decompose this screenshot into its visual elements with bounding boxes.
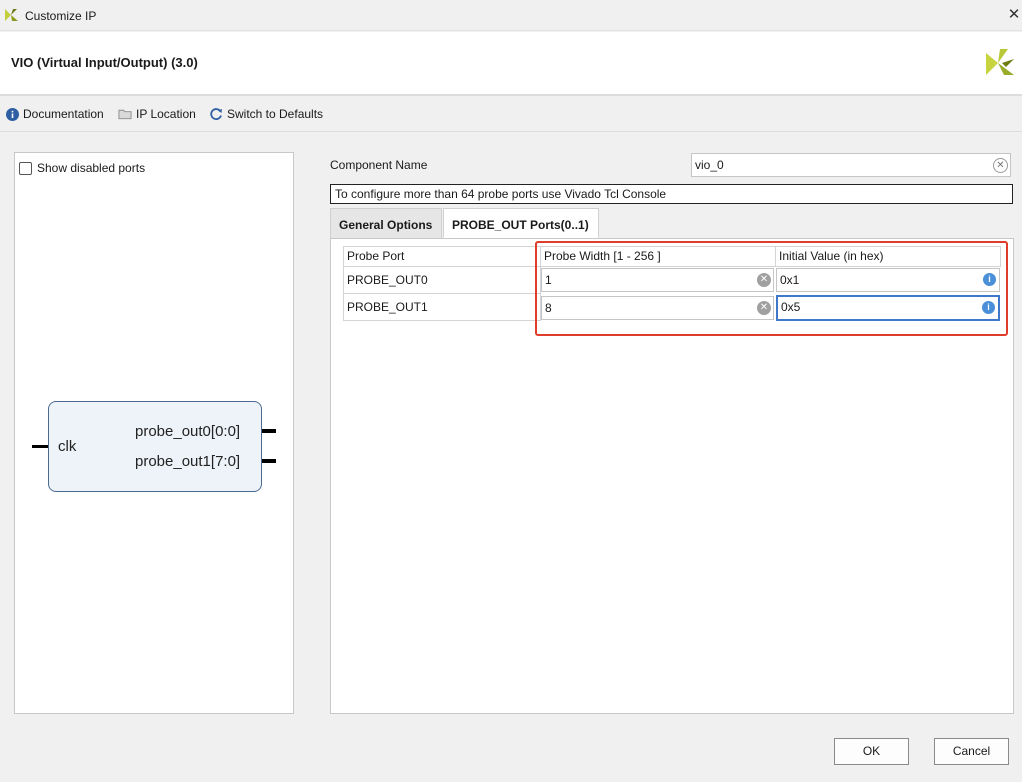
switch-to-defaults-button[interactable]: Switch to Defaults <box>209 106 323 122</box>
probe-out0-port-label: probe_out0[0:0] <box>135 423 241 440</box>
initial-value-value: 0x1 <box>780 273 800 287</box>
tab-probe-out-ports[interactable]: PROBE_OUT Ports(0..1) <box>443 208 599 238</box>
folder-icon <box>118 107 132 121</box>
window-titlebar: Customize IP ✕ <box>0 0 1022 31</box>
ip-location-label: IP Location <box>136 107 196 121</box>
checkbox-box[interactable] <box>19 161 32 175</box>
component-name-value: vio_0 <box>695 158 724 172</box>
toolbar: Documentation IP Location Switch to Defa… <box>0 96 1022 132</box>
probe-width-value: 8 <box>545 301 552 315</box>
initial-value-value: 0x5 <box>781 300 801 314</box>
ip-location-button[interactable]: IP Location <box>118 106 196 122</box>
probe-out1-port-label: probe_out1[7:0] <box>135 453 241 470</box>
column-header-probe-port: Probe Port <box>343 246 541 267</box>
column-header-initial-value: Initial Value (in hex) <box>775 246 1001 267</box>
column-header-probe-width: Probe Width [1 - 256 ] <box>540 246 776 267</box>
switch-to-defaults-label: Switch to Defaults <box>227 107 324 121</box>
info-icon <box>5 107 19 121</box>
dialog-header: VIO (Virtual Input/Output) (3.0) <box>0 32 1022 94</box>
probe-width-input[interactable]: 1 ✕ <box>541 268 774 292</box>
cancel-button[interactable]: Cancel <box>934 738 1009 765</box>
ok-button[interactable]: OK <box>834 738 909 765</box>
tab-content: Probe Port Probe Width [1 - 256 ] Initia… <box>330 238 1014 714</box>
xilinx-logo-icon <box>5 9 18 21</box>
window-title: Customize IP <box>25 9 97 23</box>
page-title: VIO (Virtual Input/Output) (3.0) <box>11 55 198 70</box>
clear-icon[interactable]: ✕ <box>757 273 771 287</box>
xilinx-brand-logo-icon <box>986 49 1014 75</box>
show-disabled-ports-checkbox[interactable]: Show disabled ports <box>19 161 145 175</box>
clear-icon[interactable]: ✕ <box>757 301 771 315</box>
close-icon[interactable]: ✕ <box>1006 6 1022 24</box>
documentation-label: Documentation <box>23 107 104 121</box>
component-name-input[interactable]: vio_0 ✕ <box>691 153 1011 177</box>
clk-pin <box>32 445 48 448</box>
tab-bar: General Options PROBE_OUT Ports(0..1) <box>330 208 1014 238</box>
probe-out0-pin <box>262 429 276 433</box>
ip-symbol-block <box>48 401 262 492</box>
show-disabled-ports-label: Show disabled ports <box>37 161 146 175</box>
clear-icon[interactable]: ✕ <box>993 158 1008 173</box>
probe-width-value: 1 <box>545 273 552 287</box>
initial-value-input[interactable]: 0x1 i <box>776 268 1000 292</box>
info-icon[interactable]: i <box>982 301 995 314</box>
ip-symbol-panel: Show disabled ports clk probe_out0[0:0] … <box>14 152 294 714</box>
probe-width-input[interactable]: 8 ✕ <box>541 296 774 320</box>
documentation-button[interactable]: Documentation <box>5 106 104 122</box>
clk-port-label: clk <box>58 438 77 455</box>
info-icon[interactable]: i <box>983 273 996 286</box>
table-row-port: PROBE_OUT1 <box>343 293 541 321</box>
table-row-port: PROBE_OUT0 <box>343 266 541 294</box>
info-message: To configure more than 64 probe ports us… <box>330 184 1013 204</box>
probe-out1-pin <box>262 459 276 463</box>
refresh-icon <box>209 107 223 121</box>
component-name-label: Component Name <box>330 158 428 172</box>
configuration-panel: Component Name vio_0 ✕ To configure more… <box>330 150 1014 716</box>
initial-value-input[interactable]: 0x5 i <box>776 295 1000 321</box>
tab-general-options[interactable]: General Options <box>330 208 442 238</box>
